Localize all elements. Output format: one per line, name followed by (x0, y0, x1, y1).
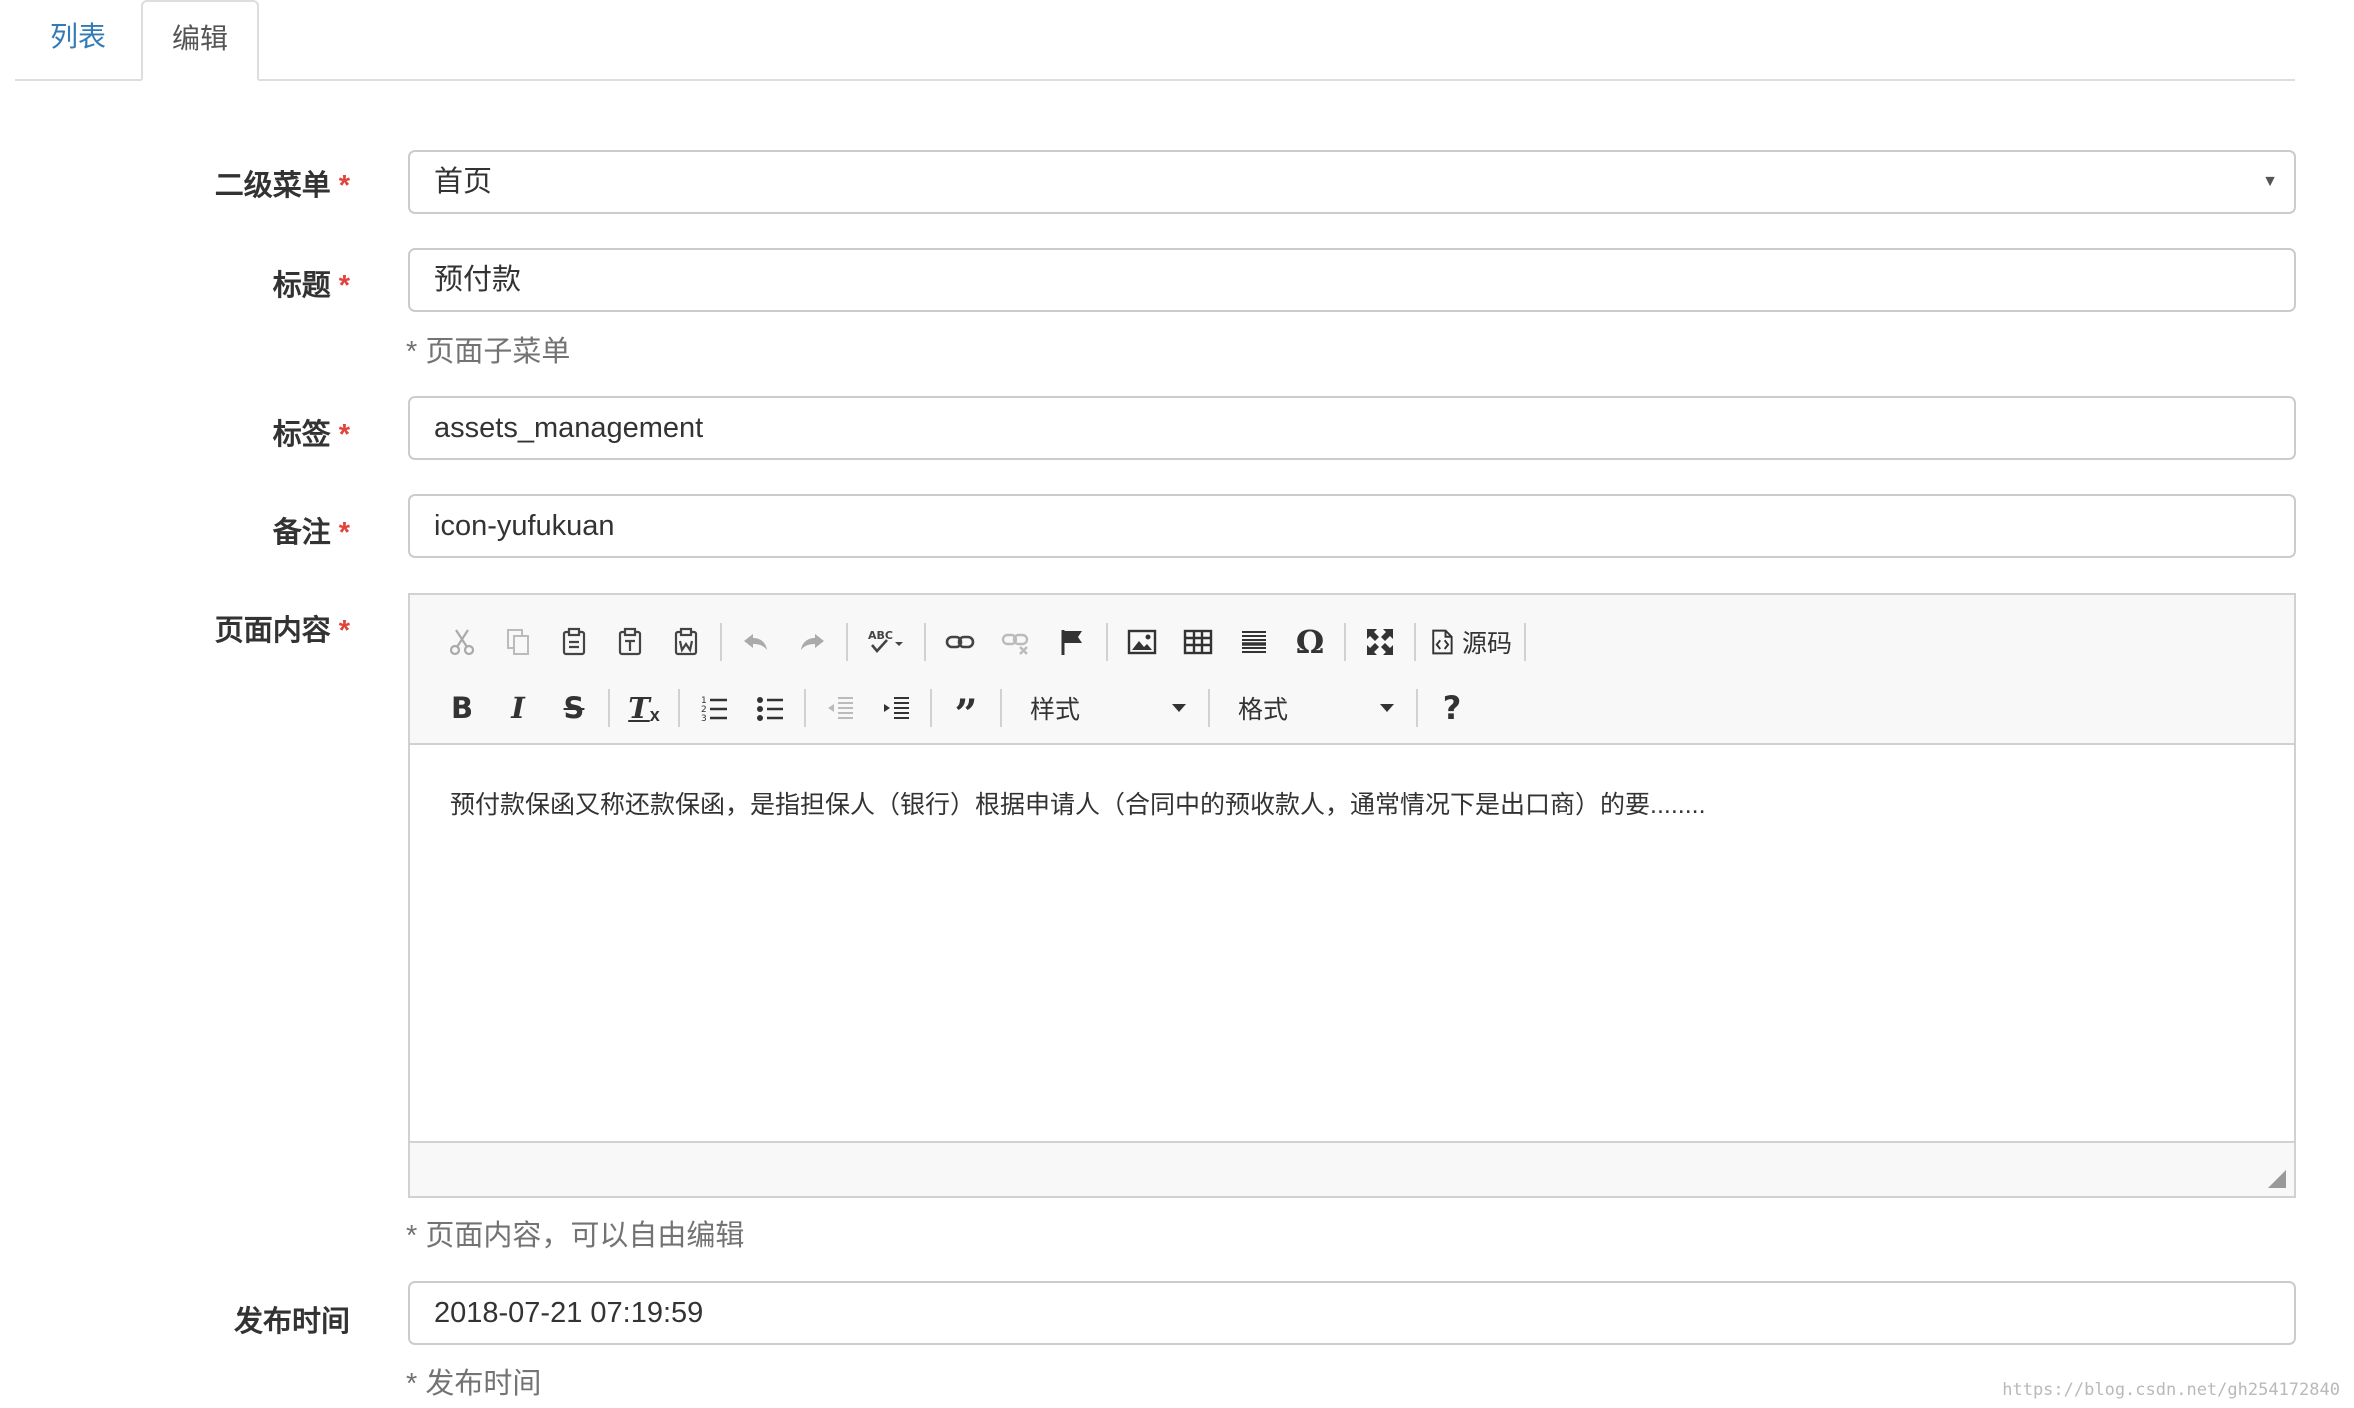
source-button-label: 源码 (1462, 630, 1513, 658)
caret-down-icon (1172, 704, 1186, 712)
toolbar-separator (1524, 623, 1527, 661)
bold-icon[interactable]: B (434, 683, 490, 733)
toolbar-separator (804, 689, 806, 727)
svg-text:ABC: ABC (868, 629, 893, 642)
publish-help: * 发布时间 (406, 1368, 542, 1400)
watermark: https://blog.csdn.net/gh254172840 (2002, 1380, 2340, 1400)
rich-text-editor: ABC Ω 源码 B I S T x 1 2 3 ” 样式 格式 ? 预付款保函… (408, 593, 2296, 1198)
special-char-icon[interactable]: Ω (1282, 617, 1338, 667)
unlink-icon[interactable] (988, 617, 1044, 667)
title-input[interactable]: 预付款 (408, 248, 2296, 312)
maximize-icon[interactable] (1352, 617, 1408, 667)
menu-select[interactable]: 首页 ▼ (408, 150, 2296, 214)
resize-handle-icon[interactable] (2268, 1170, 2286, 1188)
outdent-icon[interactable] (812, 683, 868, 733)
horizontal-line-icon[interactable] (1226, 617, 1282, 667)
strikethrough-icon[interactable]: S (546, 683, 602, 733)
toolbar-separator (924, 623, 926, 661)
indent-icon[interactable] (868, 683, 924, 733)
link-icon[interactable] (932, 617, 988, 667)
toolbar-separator (720, 623, 722, 661)
copy-icon[interactable] (490, 617, 546, 667)
source-button[interactable]: 源码 (1422, 617, 1518, 667)
image-icon[interactable] (1114, 617, 1170, 667)
svg-text:3: 3 (701, 714, 707, 724)
table-icon[interactable] (1170, 617, 1226, 667)
content-label: 页面内容 * (214, 615, 350, 647)
paste-text-icon[interactable] (602, 617, 658, 667)
content-help: * 页面内容，可以自由编辑 (406, 1220, 745, 1252)
note-input[interactable]: icon-yufukuan (408, 494, 2296, 558)
format-dropdown[interactable]: 格式 (1216, 683, 1410, 733)
publish-time-input[interactable]: 2018-07-21 07:19:59 (408, 1281, 2296, 1345)
toolbar-separator (678, 689, 680, 727)
editor-content[interactable]: 预付款保函又称还款保函，是指担保人（银行）根据申请人（合同中的预收款人，通常情况… (410, 743, 2294, 1143)
title-help: * 页面子菜单 (406, 336, 571, 368)
editor-toolbar: ABC Ω 源码 B I S T x 1 2 3 ” 样式 格式 ? (410, 595, 2294, 745)
toolbar-separator (1000, 689, 1002, 727)
toolbar-separator (608, 689, 610, 727)
tab-bar: 列表 编辑 (15, 0, 2295, 81)
tag-input[interactable]: assets_management (408, 396, 2296, 460)
publish-label: 发布时间 (233, 1306, 350, 1338)
styles-dropdown[interactable]: 样式 (1008, 683, 1202, 733)
anchor-flag-icon[interactable] (1044, 617, 1100, 667)
help-icon[interactable]: ? (1424, 683, 1480, 733)
toolbar-separator (930, 689, 932, 727)
styles-dropdown-label: 样式 (1030, 696, 1081, 724)
paste-icon[interactable] (546, 617, 602, 667)
tab-edit[interactable]: 编辑 (141, 0, 259, 81)
toolbar-separator (1344, 623, 1346, 661)
format-dropdown-label: 格式 (1238, 696, 1289, 724)
bulleted-list-icon[interactable] (742, 683, 798, 733)
paste-word-icon[interactable] (658, 617, 714, 667)
undo-icon[interactable] (728, 617, 784, 667)
toolbar-separator (1208, 689, 1210, 727)
remove-format-icon[interactable]: Tx (616, 683, 672, 733)
blockquote-icon[interactable]: ” (938, 683, 994, 735)
tag-label: 标签 * (272, 419, 350, 451)
toolbar-separator (846, 623, 848, 661)
spellcheck-icon[interactable]: ABC (854, 617, 918, 667)
chevron-down-icon: ▼ (2262, 173, 2278, 190)
menu-label: 二级菜单 * (214, 170, 350, 202)
toolbar-separator (1416, 689, 1418, 727)
editor-statusbar (410, 1141, 2294, 1196)
editor-content-text: 预付款保函又称还款保函，是指担保人（银行）根据申请人（合同中的预收款人，通常情况… (450, 791, 1706, 819)
toolbar-separator (1414, 623, 1416, 661)
menu-select-value: 首页 (434, 166, 493, 198)
title-label: 标题 * (272, 270, 350, 302)
note-label: 备注 * (272, 517, 350, 549)
tab-list[interactable]: 列表 (15, 0, 141, 79)
redo-icon[interactable] (784, 617, 840, 667)
numbered-list-icon[interactable]: 123 (686, 683, 742, 733)
cut-icon[interactable] (434, 617, 490, 667)
caret-down-icon (1380, 704, 1394, 712)
italic-icon[interactable]: I (490, 683, 546, 733)
toolbar-separator (1106, 623, 1108, 661)
